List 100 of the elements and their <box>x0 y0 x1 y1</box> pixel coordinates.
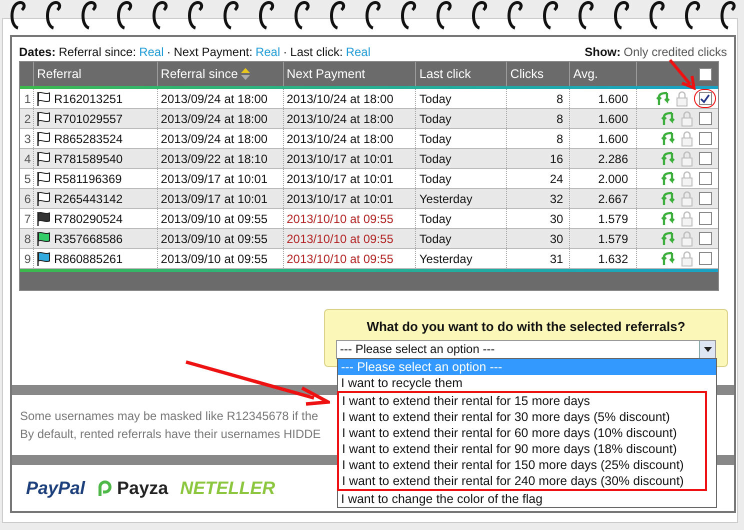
dropdown-option[interactable]: I want to extend their rental for 30 more days (5% discount) <box>339 409 705 425</box>
recycle-arrows-icon[interactable] <box>661 250 675 266</box>
separator-dot: · <box>283 44 288 61</box>
recycle-arrows-icon[interactable] <box>661 130 675 146</box>
annotation-arrow <box>668 58 696 90</box>
checkbox[interactable] <box>699 112 712 125</box>
table-cell: 31 <box>507 249 570 268</box>
action-question: What do you want to do with the selected referrals? <box>366 318 686 336</box>
referral-id: R357668586 <box>54 230 123 248</box>
table-cell: 30 <box>507 209 570 228</box>
checkbox[interactable] <box>699 132 712 145</box>
table-cell: Yesterday <box>416 189 508 208</box>
table-cell: 1.600 <box>570 89 638 108</box>
show-label: Show: <box>584 44 621 61</box>
lock-icon[interactable] <box>676 90 688 106</box>
table-cell: 30 <box>507 229 570 248</box>
row-number: 4 <box>20 149 34 168</box>
lock-icon[interactable] <box>681 150 693 166</box>
table-cell: 2.286 <box>570 149 638 168</box>
lock-icon[interactable] <box>681 190 693 206</box>
row-number: 9 <box>20 249 34 268</box>
dropdown-caret-icon <box>704 346 712 352</box>
flag-icon <box>36 250 51 266</box>
row-number: 5 <box>20 169 34 188</box>
recycle-arrows-icon[interactable] <box>661 230 675 246</box>
table-cell: 2013/09/24 at 18:00 <box>158 89 284 108</box>
table-cell: 2013/09/24 at 18:00 <box>158 129 284 148</box>
lock-icon[interactable] <box>681 250 693 266</box>
table-cell: 2013/10/17 at 10:01 <box>284 169 416 188</box>
referral-id: R865283524 <box>54 130 123 148</box>
checkbox[interactable] <box>699 232 712 245</box>
referral-id: R581196369 <box>54 170 122 188</box>
table-cell: 2013/10/10 at 09:55 <box>284 229 416 248</box>
dropdown-option[interactable]: I want to extend their rental for 60 more days (10% discount) <box>339 425 705 441</box>
dropdown-option[interactable]: I want to extend their rental for 15 more days <box>339 393 705 409</box>
table-cell: Today <box>416 229 508 248</box>
flag-icon <box>36 210 51 226</box>
table-cell: 2013/09/10 at 09:55 <box>158 249 284 268</box>
table-cell: 1.632 <box>570 249 638 268</box>
table-cell: 2013/09/24 at 18:00 <box>158 109 284 128</box>
separator-dot: · <box>166 44 171 61</box>
table-cell: Today <box>416 89 508 108</box>
show-filter-value[interactable]: Only credited clicks <box>624 43 727 61</box>
flag-icon <box>36 230 51 246</box>
table-cell: 2013/10/17 at 10:01 <box>284 189 416 208</box>
table-cell: 2013/09/10 at 09:55 <box>158 209 284 228</box>
table-cell: Yesterday <box>416 249 508 268</box>
table-cell: 1.579 <box>570 209 638 228</box>
lock-icon[interactable] <box>681 210 693 226</box>
row-number: 8 <box>20 229 34 248</box>
flag-icon <box>36 190 51 206</box>
checkbox[interactable] <box>699 68 712 80</box>
payment-logo: Payza <box>117 476 168 500</box>
action-select[interactable]: --- Please select an option --- <box>336 340 716 358</box>
checkbox[interactable] <box>699 152 712 165</box>
table-cell: 2013/10/24 at 18:00 <box>284 129 416 148</box>
dropdown-option[interactable]: I want to extend their rental for 150 more days (25% discount) <box>339 457 705 473</box>
sort-arrows-icon <box>240 67 251 81</box>
table-cell: 2013/09/17 at 10:01 <box>158 189 284 208</box>
recycle-arrows-icon[interactable] <box>661 210 675 226</box>
recycle-arrows-icon[interactable] <box>661 190 675 206</box>
dropdown-option[interactable]: I want to change the color of the flag <box>338 491 716 507</box>
row-number: 2 <box>20 109 34 128</box>
referral-id: R860885261 <box>54 250 123 268</box>
row-number: 6 <box>20 189 34 208</box>
referral-id: R701029557 <box>54 110 123 128</box>
recycle-arrows-icon[interactable] <box>656 90 670 106</box>
row-number: 1 <box>20 89 34 108</box>
payment-logo: NETELLER <box>180 476 276 500</box>
table-cell: 1.600 <box>570 109 638 128</box>
dropdown-option[interactable]: I want to extend their rental for 240 more days (30% discount) <box>339 473 705 489</box>
lock-icon[interactable] <box>681 110 693 126</box>
recycle-arrows-icon[interactable] <box>661 110 675 126</box>
date-mode-label: Next Payment: <box>174 44 252 61</box>
referral-id: R781589540 <box>54 150 123 168</box>
lock-icon[interactable] <box>681 170 693 186</box>
table-cell: 8 <box>507 109 570 128</box>
checkbox[interactable] <box>699 212 712 225</box>
table-cell: 2013/10/17 at 10:01 <box>284 149 416 168</box>
table-cell: 2013/10/10 at 09:55 <box>284 209 416 228</box>
flag-icon <box>36 150 51 166</box>
checkbox[interactable] <box>698 92 712 105</box>
dropdown-option[interactable]: I want to extend their rental for 90 more days (18% discount) <box>339 441 705 457</box>
dropdown-option[interactable]: I want to recycle them <box>338 375 716 391</box>
lock-icon[interactable] <box>681 130 693 146</box>
recycle-arrows-icon[interactable] <box>661 150 675 166</box>
table-cell: 2013/09/22 at 18:10 <box>158 149 284 168</box>
note-text: Some usernames may be masked like R12345678 if the <box>20 408 318 425</box>
flag-icon <box>36 110 51 126</box>
table-cell: Today <box>416 169 508 188</box>
checkbox[interactable] <box>699 172 712 185</box>
recycle-arrows-icon[interactable] <box>661 170 675 186</box>
lock-icon[interactable] <box>681 230 693 246</box>
table-cell: 2.000 <box>570 169 638 188</box>
table-cell: 8 <box>507 129 570 148</box>
table-cell: 2013/10/24 at 18:00 <box>284 89 416 108</box>
table-cell: 2013/09/10 at 09:55 <box>158 229 284 248</box>
row-number: 7 <box>20 209 34 228</box>
checkbox[interactable] <box>699 192 712 205</box>
checkbox[interactable] <box>699 252 712 265</box>
